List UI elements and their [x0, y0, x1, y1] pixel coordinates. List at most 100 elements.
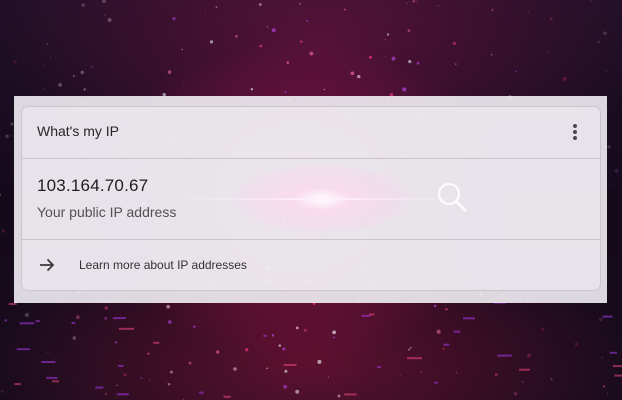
- background-particle: [300, 40, 303, 43]
- background-particle: [436, 329, 441, 334]
- background-particle: [216, 350, 220, 354]
- background-particle: [563, 319, 565, 321]
- background-particle: [91, 66, 94, 68]
- background-particle: [547, 51, 549, 53]
- background-particle: [491, 8, 494, 12]
- arrow-right-icon: [38, 256, 56, 274]
- background-streak: [434, 381, 438, 384]
- background-particle: [258, 3, 262, 7]
- background-particle: [1, 229, 5, 233]
- background-particle: [309, 51, 314, 56]
- background-streak: [14, 383, 21, 386]
- background-particle: [104, 316, 108, 320]
- background-particle: [606, 392, 609, 395]
- background-streak: [495, 373, 498, 376]
- background-particle: [102, 0, 106, 4]
- background-streak: [118, 327, 134, 330]
- background-streak: [445, 308, 448, 311]
- card-header: What's my IP: [22, 107, 600, 159]
- background-particle: [597, 40, 600, 44]
- background-particle: [357, 74, 361, 79]
- learn-more-label: Learn more about IP addresses: [79, 258, 247, 272]
- search-icon[interactable]: [430, 177, 476, 219]
- background-streak: [602, 315, 613, 318]
- light-streak: [172, 198, 472, 200]
- background-particle: [72, 75, 75, 77]
- background-particle: [104, 306, 109, 310]
- background-particle: [50, 56, 52, 59]
- background-streak: [283, 364, 297, 366]
- background-particle: [140, 376, 143, 379]
- background-particle: [541, 328, 544, 331]
- background-particle: [104, 14, 106, 16]
- background-particle: [384, 56, 386, 58]
- background-particle: [75, 315, 80, 320]
- background-particle: [416, 61, 420, 65]
- widget-title: What's my IP: [37, 123, 120, 139]
- background-particle: [116, 384, 118, 387]
- background-particle: [169, 370, 173, 374]
- background-particle: [181, 48, 183, 51]
- background-particle: [550, 378, 553, 381]
- background-particle: [81, 3, 85, 7]
- background-streak: [463, 317, 475, 320]
- background-streak: [453, 330, 461, 333]
- background-particle: [259, 44, 263, 48]
- background-particle: [402, 87, 407, 92]
- background-streak: [46, 376, 58, 379]
- background-particle: [266, 26, 269, 28]
- background-particle: [80, 70, 84, 75]
- background-particle: [332, 336, 335, 339]
- background-particle: [148, 378, 151, 381]
- background-particle: [407, 29, 411, 32]
- background-particle: [0, 389, 4, 393]
- background-particle: [455, 63, 457, 65]
- background-particle: [295, 389, 300, 394]
- background-particle: [527, 11, 530, 14]
- background-particle: [490, 53, 493, 56]
- background-particle: [601, 356, 604, 359]
- background-particle: [415, 0, 418, 3]
- background-streak: [609, 351, 617, 354]
- background-particle: [215, 6, 218, 9]
- background-particle: [598, 317, 603, 322]
- background-particle: [614, 168, 619, 173]
- background-particle: [408, 60, 412, 64]
- background-particle: [43, 63, 45, 66]
- ip-address-caption: Your public IP address: [37, 204, 177, 220]
- background-streak: [263, 334, 267, 337]
- more-vert-icon[interactable]: [568, 122, 582, 142]
- background-particle: [233, 367, 237, 371]
- background-particle: [235, 34, 238, 38]
- background-particle: [0, 193, 2, 197]
- background-particle: [513, 392, 518, 396]
- background-particle: [183, 81, 185, 83]
- ip-widget-card: What's my IP 103.164.70.67 Your public I…: [21, 106, 601, 291]
- background-streak: [16, 348, 31, 351]
- background-streak: [519, 368, 530, 371]
- background-particle: [589, 0, 592, 2]
- background-streak: [153, 341, 160, 344]
- background-particle: [408, 348, 410, 351]
- background-particle: [24, 312, 29, 318]
- background-streak: [304, 329, 307, 332]
- background-particle: [104, 392, 108, 396]
- background-streak: [117, 364, 124, 367]
- background-particle: [327, 376, 330, 378]
- background-particle: [266, 367, 268, 370]
- background-particle: [452, 41, 457, 46]
- background-streak: [52, 380, 59, 383]
- background-particle: [83, 88, 86, 91]
- background-particle: [332, 330, 336, 335]
- background-particle: [245, 348, 249, 352]
- background-particle: [107, 18, 112, 22]
- background-particle: [284, 369, 288, 373]
- background-particle: [165, 382, 167, 384]
- background-streak: [19, 322, 35, 325]
- background-particle: [549, 17, 553, 21]
- background-particle: [114, 340, 118, 344]
- background-particle: [608, 1, 610, 3]
- background-particle: [306, 19, 309, 22]
- background-particle: [433, 304, 437, 308]
- learn-more-link[interactable]: Learn more about IP addresses: [22, 240, 600, 290]
